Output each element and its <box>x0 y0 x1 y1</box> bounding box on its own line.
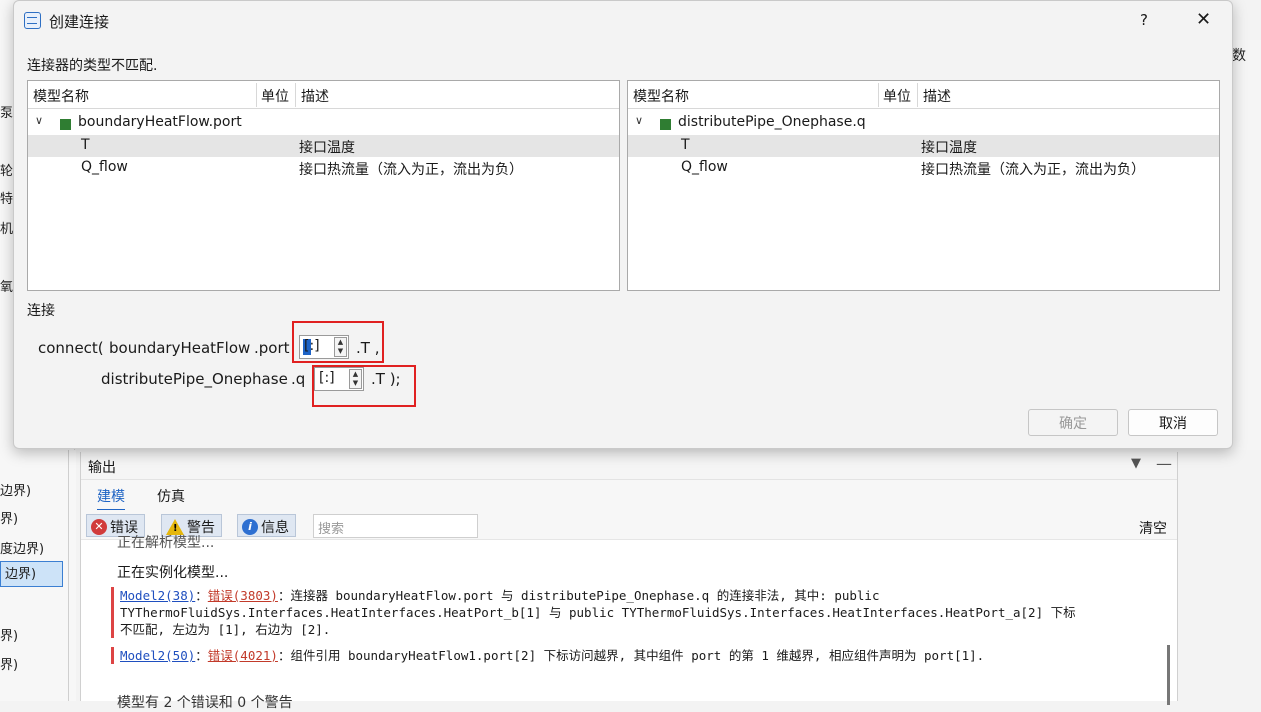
tree-fragment: 泵 <box>0 106 14 121</box>
error-text: 不匹配, 左边为 [1], 右边为 [2]. <box>120 622 331 637</box>
left-component: boundaryHeatFlow <box>109 339 251 357</box>
connector-icon <box>60 119 71 130</box>
col-model-name[interactable]: 模型名称 <box>33 86 89 106</box>
log-line-partial: 正在解析模型... <box>117 535 215 551</box>
tree-item[interactable]: 界) <box>0 508 18 527</box>
tree-row-selected[interactable]: T 接口温度 <box>28 135 619 157</box>
col-divider <box>878 83 879 107</box>
var-name: Q_flow <box>681 159 728 175</box>
tree-item[interactable]: 度边界) <box>0 538 44 557</box>
dialog-titlebar[interactable]: 创建连接 ? ✕ <box>14 1 1232 41</box>
chevron-down-icon[interactable]: ∨ <box>35 114 43 127</box>
output-header: 输出 ▼ — <box>81 452 1177 480</box>
log-line: 正在实例化模型... <box>117 565 229 581</box>
ok-button[interactable]: 确定 <box>1028 409 1118 436</box>
highlight-box <box>292 321 384 363</box>
info-filter-button[interactable]: i 信息 <box>237 514 296 537</box>
tree-fragment: 轮 <box>0 164 14 179</box>
highlight-box <box>312 365 416 407</box>
tree-row-selected[interactable]: T 接口温度 <box>628 135 1219 157</box>
connect-label: 连接 <box>27 303 55 319</box>
chevron-down-icon[interactable]: ∨ <box>635 114 643 127</box>
info-filter-label: 信息 <box>261 519 289 536</box>
error-code-link[interactable]: 错误(4021) <box>208 648 278 663</box>
right-fragment: 数 <box>1232 48 1246 64</box>
var-desc: 接口热流量（流入为正，流出为负） <box>299 162 523 178</box>
col-model-name[interactable]: 模型名称 <box>633 86 689 106</box>
col-desc[interactable]: 描述 <box>301 86 329 106</box>
col-divider <box>295 83 296 107</box>
tab-simulation[interactable]: 仿真 <box>157 486 185 506</box>
output-panel: 输出 ▼ — 建模 仿真 ✕ 错误 ! 警告 i 信息 搜索 清空 正在解析模型… <box>80 452 1178 711</box>
right-component: distributePipe_Onephase <box>101 370 288 388</box>
mismatch-notice: 连接器的类型不匹配. <box>27 58 158 74</box>
var-name: T <box>681 137 690 153</box>
tree-row[interactable]: Q_flow 接口热流量（流入为正，流出为负） <box>628 157 1219 179</box>
minimize-icon[interactable]: — <box>1156 454 1172 473</box>
left-connector-tree[interactable]: 模型名称 单位 描述 ∨ boundaryHeatFlow.port T 接口温… <box>27 80 620 291</box>
col-desc[interactable]: 描述 <box>923 86 951 106</box>
tree-header: 模型名称 单位 描述 <box>28 81 619 109</box>
connection-app-icon <box>24 12 41 29</box>
error-text: ：连接器 boundaryHeatFlow.port 与 distributeP… <box>277 588 880 603</box>
col-unit[interactable]: 单位 <box>883 86 911 106</box>
create-connection-dialog: 创建连接 ? ✕ 连接器的类型不匹配. 模型名称 单位 描述 ∨ boundar… <box>13 0 1233 449</box>
var-name: Q_flow <box>81 159 128 175</box>
close-icon[interactable]: ✕ <box>1196 9 1211 30</box>
error-text: ：组件引用 boundaryHeatFlow1.port[2] 下标访问越界, … <box>277 648 985 663</box>
error-code-link[interactable]: 错误(3803) <box>208 588 278 603</box>
tree-fragment: 氧 <box>0 280 14 295</box>
tree-item[interactable]: 界) <box>0 654 18 673</box>
output-tabs: 建模 仿真 <box>81 480 1177 511</box>
panel-menu-icon[interactable]: ▼ <box>1131 456 1141 471</box>
root-name: distributePipe_Onephase.q <box>678 114 866 130</box>
separator: ： <box>195 648 208 663</box>
connector-icon <box>660 119 671 130</box>
col-divider <box>917 83 918 107</box>
col-divider <box>256 83 257 107</box>
error-icon: ✕ <box>91 518 107 535</box>
right-port: .q <box>291 370 306 388</box>
output-log: 正在解析模型... 正在实例化模型... Model2(38)：错误(3803)… <box>81 535 1177 711</box>
tree-item-selected[interactable]: 边界) <box>0 561 63 587</box>
log-line-partial: 模型有 2 个错误和 0 个警告 <box>117 695 293 711</box>
tree-header: 模型名称 单位 描述 <box>628 81 1219 109</box>
tree-root-row[interactable]: ∨ boundaryHeatFlow.port <box>28 112 619 134</box>
error-message: Model2(38)：错误(3803)：连接器 boundaryHeatFlow… <box>111 587 1151 638</box>
help-button[interactable]: ? <box>1140 11 1148 29</box>
output-toolbar: ✕ 错误 ! 警告 i 信息 搜索 清空 <box>81 510 1177 540</box>
separator: ： <box>195 588 208 603</box>
output-title: 输出 <box>88 460 116 476</box>
col-unit[interactable]: 单位 <box>261 86 289 106</box>
left-port: .port <box>254 339 290 357</box>
tree-root-row[interactable]: ∨ distributePipe_Onephase.q <box>628 112 1219 134</box>
right-connector-tree[interactable]: 模型名称 单位 描述 ∨ distributePipe_Onephase.q T… <box>627 80 1220 291</box>
dialog-title: 创建连接 <box>49 13 110 31</box>
var-desc: 接口热流量（流入为正，流出为负） <box>921 162 1145 178</box>
tab-modeling[interactable]: 建模 <box>97 486 125 511</box>
model-link[interactable]: Model2(38) <box>120 588 195 603</box>
var-name: T <box>81 137 90 153</box>
scrollbar[interactable] <box>1167 645 1170 705</box>
error-text: TYThermoFluidSys.Interfaces.HeatInterfac… <box>120 605 1076 620</box>
connect-keyword: connect( <box>38 339 104 357</box>
tree-item[interactable]: 边界) <box>0 480 31 499</box>
model-link[interactable]: Model2(50) <box>120 648 195 663</box>
var-desc: 接口温度 <box>921 140 977 156</box>
error-message: Model2(50)：错误(4021)：组件引用 boundaryHeatFlo… <box>111 647 1151 664</box>
right-panel <box>1231 40 1261 450</box>
clear-button[interactable]: 清空 <box>1139 518 1167 538</box>
var-desc: 接口温度 <box>299 140 355 156</box>
tree-item[interactable]: 界) <box>0 625 18 644</box>
cancel-button[interactable]: 取消 <box>1128 409 1218 436</box>
search-input[interactable]: 搜索 <box>313 514 478 538</box>
tree-fragment: 特 <box>0 192 14 207</box>
root-name: boundaryHeatFlow.port <box>78 114 242 130</box>
info-icon: i <box>242 518 258 535</box>
tree-row[interactable]: Q_flow 接口热流量（流入为正，流出为负） <box>28 157 619 179</box>
panel-divider <box>68 450 76 701</box>
